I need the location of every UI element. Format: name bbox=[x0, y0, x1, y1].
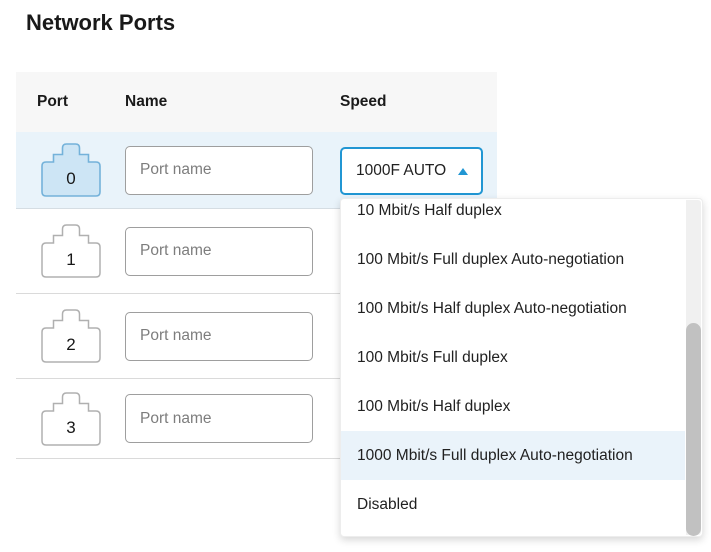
port-number: 1 bbox=[41, 243, 101, 277]
port-name-input-2[interactable] bbox=[125, 312, 313, 361]
menu-option-100-full-auto[interactable]: 100 Mbit/s Full duplex Auto-negotiation bbox=[341, 235, 685, 284]
port-name-input-1[interactable] bbox=[125, 227, 313, 276]
page-title: Network Ports bbox=[26, 10, 175, 36]
column-header-speed: Speed bbox=[340, 72, 387, 132]
menu-scrollbar-track[interactable] bbox=[686, 200, 701, 535]
speed-dropdown-options: 10 Mbit/s Half duplex 100 Mbit/s Full du… bbox=[341, 198, 685, 529]
speed-dropdown-menu: 10 Mbit/s Half duplex 100 Mbit/s Full du… bbox=[340, 198, 703, 537]
menu-option-100-half[interactable]: 100 Mbit/s Half duplex bbox=[341, 382, 685, 431]
port-name-input-3[interactable] bbox=[125, 394, 313, 443]
speed-dropdown-button[interactable]: 1000F AUTO bbox=[340, 147, 483, 195]
speed-dropdown-value: 1000F AUTO bbox=[356, 162, 446, 180]
ethernet-port-icon: 2 bbox=[41, 309, 101, 363]
menu-option-disabled[interactable]: Disabled bbox=[341, 480, 685, 529]
port-name-input-0[interactable] bbox=[125, 146, 313, 195]
ethernet-port-icon: 1 bbox=[41, 224, 101, 278]
table-header: Port Name Speed bbox=[16, 72, 497, 132]
menu-option-10-half[interactable]: 10 Mbit/s Half duplex bbox=[341, 198, 685, 235]
port-number: 3 bbox=[41, 411, 101, 445]
column-header-port: Port bbox=[37, 72, 68, 132]
column-header-name: Name bbox=[125, 72, 167, 132]
port-number: 2 bbox=[41, 328, 101, 362]
menu-option-100-full[interactable]: 100 Mbit/s Full duplex bbox=[341, 333, 685, 382]
port-number: 0 bbox=[41, 162, 101, 196]
menu-option-100-half-auto[interactable]: 100 Mbit/s Half duplex Auto-negotiation bbox=[341, 284, 685, 333]
menu-scrollbar-thumb[interactable] bbox=[686, 323, 701, 536]
chevron-up-icon bbox=[458, 168, 468, 175]
menu-option-1000-full-auto[interactable]: 1000 Mbit/s Full duplex Auto-negotiation bbox=[341, 431, 685, 480]
ethernet-port-icon: 0 bbox=[41, 143, 101, 197]
ethernet-port-icon: 3 bbox=[41, 392, 101, 446]
